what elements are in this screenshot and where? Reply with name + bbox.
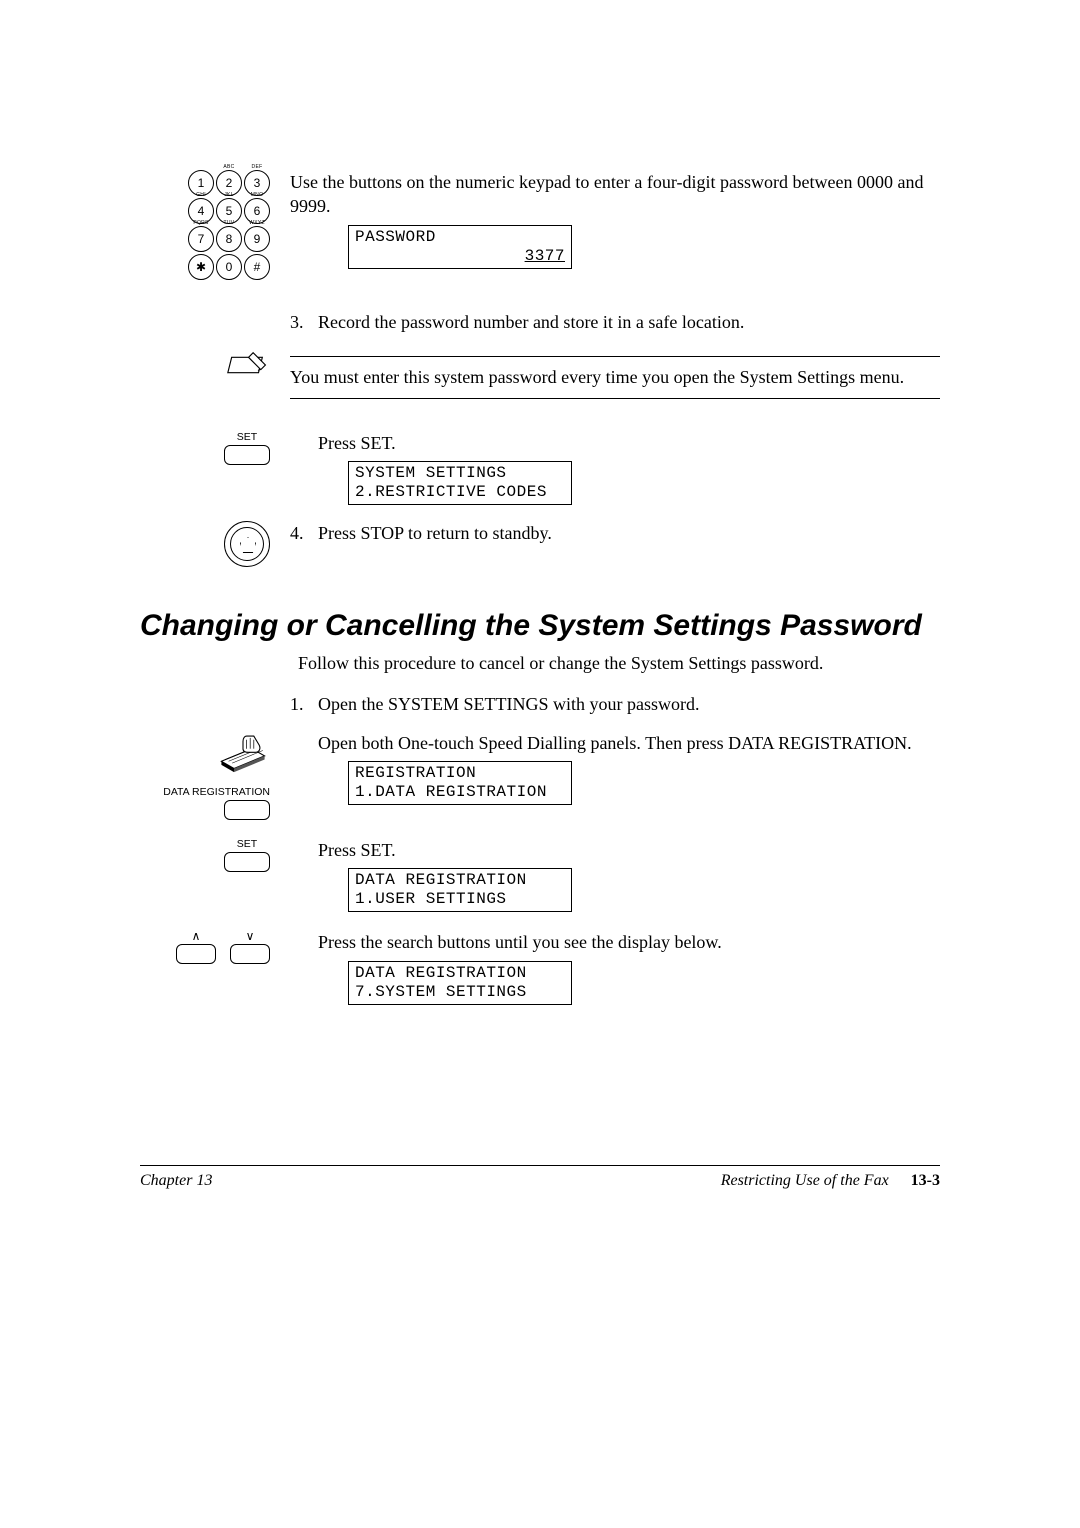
step-text: Press STOP to return to standby. xyxy=(318,521,552,545)
step-text: Press the search buttons until you see t… xyxy=(290,930,940,954)
set-button-icon: SET xyxy=(140,838,290,872)
page-footer: Chapter 13 Restricting Use of the Fax 13… xyxy=(140,1165,940,1190)
step-text: Press SET. xyxy=(290,431,940,455)
step-text: Open both One-touch Speed Dialling panel… xyxy=(290,731,940,755)
lcd-display: PASSWORD 3377 xyxy=(348,225,572,269)
lcd-display: SYSTEM SETTINGS 2.RESTRICTIVE CODES xyxy=(348,461,572,505)
section-label: Restricting Use of the Fax xyxy=(721,1172,889,1190)
numeric-keypad-icon: 1 ABC2 DEF3 GHI4 JKL5 MNO6 PQRS7 TUV8 WX… xyxy=(140,170,290,280)
step-number: 4. xyxy=(290,521,318,545)
lcd-display: DATA REGISTRATION 1.USER SETTINGS xyxy=(348,868,572,912)
stop-button-icon xyxy=(140,521,290,567)
page-number: 13-3 xyxy=(911,1172,940,1190)
step-text: Press SET. xyxy=(290,838,940,862)
step-number: 1. xyxy=(290,692,318,716)
section-heading: Changing or Cancelling the System Settin… xyxy=(140,609,940,643)
step-text: Record the password number and store it … xyxy=(318,310,744,334)
step-text: Use the buttons on the numeric keypad to… xyxy=(290,170,940,219)
lcd-display: REGISTRATION 1.DATA REGISTRATION xyxy=(348,761,572,805)
step-number: 3. xyxy=(290,310,318,334)
lcd-display: DATA REGISTRATION 7.SYSTEM SETTINGS xyxy=(348,961,572,1005)
step-text: Open the SYSTEM SETTINGS with your passw… xyxy=(318,692,699,716)
search-arrows-icon: ∧ ∨ xyxy=(140,930,290,964)
data-registration-icon: DATA REGISTRATION xyxy=(140,731,290,820)
set-button-icon: SET xyxy=(140,431,290,465)
intro-text: Follow this procedure to cancel or chang… xyxy=(298,653,940,674)
note-icon xyxy=(140,348,290,385)
chapter-label: Chapter 13 xyxy=(140,1172,212,1190)
note-box: You must enter this system password ever… xyxy=(290,356,940,398)
